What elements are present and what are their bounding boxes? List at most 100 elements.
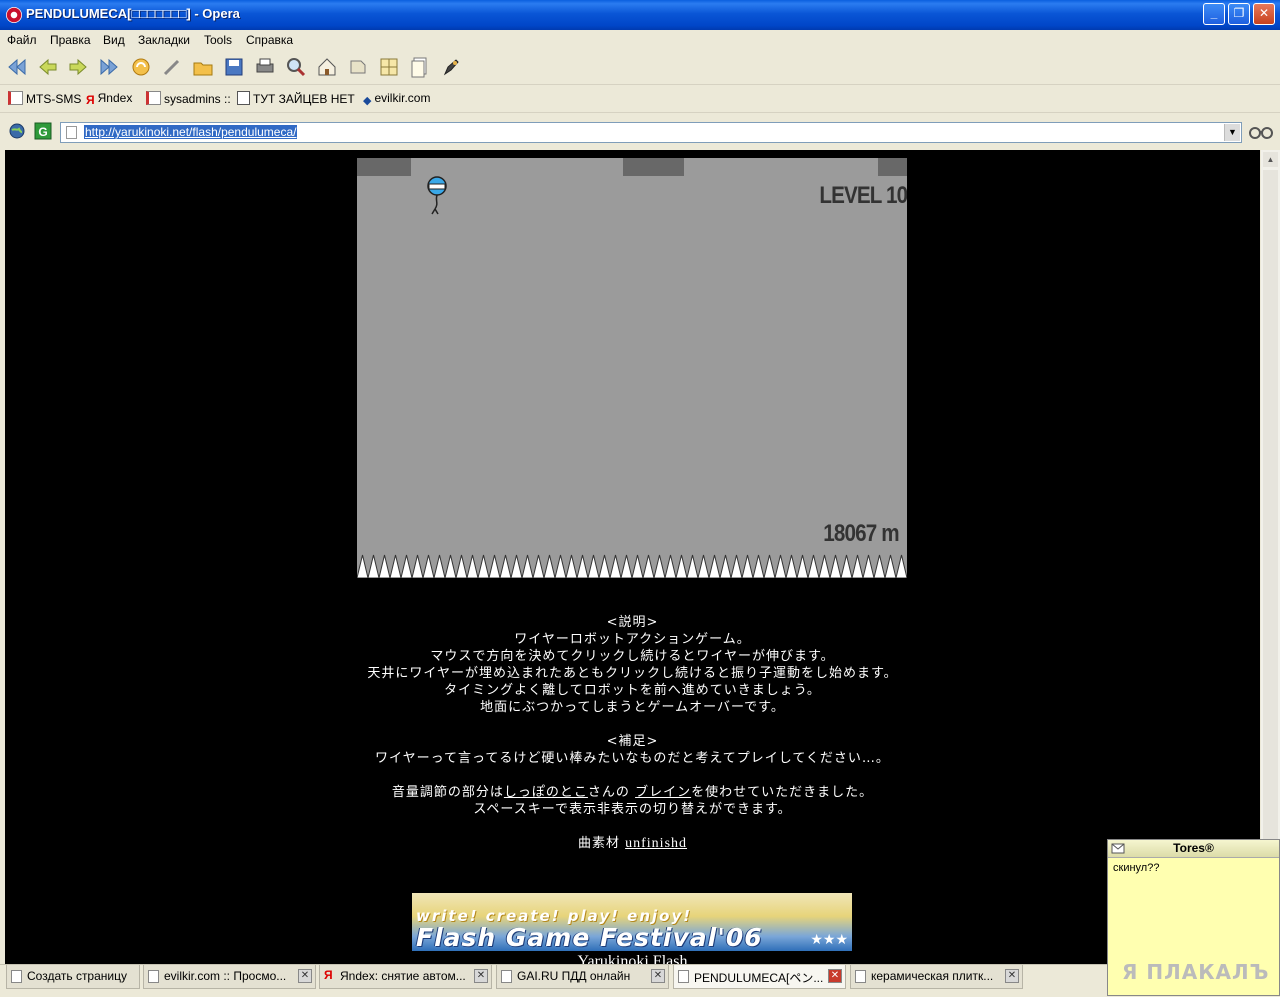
- bookmark-mts-sms[interactable]: MTS-SMS: [8, 91, 81, 106]
- page-icon: [66, 126, 77, 139]
- opera-icon: [6, 7, 22, 23]
- chat-message: скинул??: [1113, 862, 1160, 874]
- minimize-button[interactable]: _: [1203, 3, 1225, 25]
- address-dropdown-button[interactable]: ▼: [1224, 124, 1240, 141]
- menu-file[interactable]: Файл: [7, 33, 37, 47]
- diamond-icon: ◆: [363, 95, 372, 107]
- menu-edit[interactable]: Правка: [50, 33, 91, 47]
- save-icon[interactable]: [223, 56, 245, 78]
- ceiling-block: [357, 158, 411, 176]
- site-footer-title: Yarukinoki Flash: [577, 953, 688, 964]
- tab-gai[interactable]: GAI.RU ПДД онлайн ✕: [496, 965, 669, 989]
- tab-close-button[interactable]: ✕: [1005, 969, 1019, 983]
- description-line: タイミングよく離してロボットを前へ進めていきましょう。: [444, 683, 821, 698]
- menu-help[interactable]: Справка: [246, 33, 293, 47]
- description-line: 地面にぶつかってしまうとゲームオーバーです。: [480, 700, 785, 715]
- game-description: <説明> ワイヤーロボットアクションゲーム。 マウスで方向を決めてクリックし続け…: [5, 614, 1260, 852]
- chat-notification[interactable]: Tores® скинул?? Я ПЛАКАЛЪ: [1107, 839, 1280, 996]
- link-unfinishd[interactable]: unfinishd: [625, 836, 687, 851]
- tab-evilkir[interactable]: evilkir.com :: Просмо... ✕: [143, 965, 316, 989]
- ceiling-block: [878, 158, 907, 176]
- search-icon[interactable]: [285, 56, 307, 78]
- google-search-icon[interactable]: G: [34, 122, 52, 140]
- flash-game-festival-banner[interactable]: write! create! play! enjoy! Flash Game F…: [412, 893, 852, 951]
- url-text[interactable]: http://yarukinoki.net/flash/pendulumeca/: [84, 125, 298, 139]
- page-icon: [146, 91, 161, 105]
- window-title: PENDULUMECA[□□□□□□□] - Opera: [26, 6, 240, 21]
- tab-pendulumeca[interactable]: PENDULUMECA[ペン... ✕: [673, 965, 846, 989]
- page-icon: [8, 91, 23, 105]
- description-line: 天井にワイヤーが埋め込まれたあともクリックし続けると振り子運動をし始めます。: [367, 666, 898, 681]
- spacekey-text: スペースキーで表示非表示の切り替えができます。: [473, 802, 792, 817]
- yaplakal-logo: Я ПЛАКАЛЪ: [1122, 960, 1270, 984]
- bookmark-yandex[interactable]: Я Яndex: [86, 91, 132, 107]
- title-bar: PENDULUMECA[□□□□□□□] - Opera _ ❐ ✕: [0, 0, 1280, 30]
- svg-text:G: G: [38, 125, 47, 139]
- link-shippo[interactable]: しっぽのとこ: [504, 785, 588, 800]
- bookmark-sysadmins[interactable]: sysadmins ::: [146, 91, 231, 106]
- menu-bar: Файл Правка Вид Закладки Tools Справка: [0, 30, 1280, 50]
- menu-bookmarks[interactable]: Закладки: [138, 33, 190, 47]
- back-icon[interactable]: [37, 56, 59, 78]
- spike-floor: [357, 554, 907, 578]
- yandex-icon: Я: [324, 968, 333, 982]
- page-icon: [501, 970, 512, 983]
- address-row: G http://yarukinoki.net/flash/pendulumec…: [0, 118, 1280, 148]
- address-field[interactable]: http://yarukinoki.net/flash/pendulumeca/…: [60, 122, 1242, 143]
- bookmark-evilkir[interactable]: ◆ evilkir.com: [363, 91, 430, 107]
- tab-new-page[interactable]: Создать страницу: [6, 965, 140, 989]
- flash-game[interactable]: LEVEL 10 18067 m: [357, 158, 907, 578]
- menu-tools[interactable]: Tools: [204, 33, 232, 47]
- yandex-icon: Я: [86, 93, 95, 107]
- hotlist-icon[interactable]: [347, 56, 369, 78]
- rewind-icon[interactable]: [6, 56, 28, 78]
- bookmarks-bar: MTS-SMS Я Яndex sysadmins :: ТУТ ЗАЙЦЕВ Н…: [0, 86, 1280, 113]
- binoculars-icon[interactable]: [1249, 123, 1273, 141]
- volume-credit: 音量調節の部分はしっぽのとこさんの ブレインを使わせていただきました。: [391, 785, 874, 800]
- hand-icon: [237, 91, 250, 105]
- tab-close-button[interactable]: ✕: [828, 969, 842, 983]
- fast-forward-icon[interactable]: [98, 56, 120, 78]
- tab-yandex[interactable]: Я Яndex: снятие автом... ✕: [319, 965, 492, 989]
- tab-close-button[interactable]: ✕: [651, 969, 665, 983]
- menu-view[interactable]: Вид: [103, 33, 125, 47]
- contact-name: Tores®: [1173, 841, 1214, 855]
- supplement-heading: <補足>: [606, 734, 659, 749]
- globe-icon[interactable]: [8, 122, 26, 140]
- close-button[interactable]: ✕: [1253, 3, 1275, 25]
- scroll-up-button[interactable]: ▲: [1263, 152, 1278, 167]
- description-line: マウスで方向を決めてクリックし続けるとワイヤーが伸びます。: [430, 649, 835, 664]
- ceiling-block: [623, 158, 684, 176]
- page-icon: [678, 970, 689, 983]
- supplement-text: ワイヤーって言ってるけど硬い棒みたいなものだと考えてプレイしてください…。: [375, 751, 890, 766]
- page-icon: [11, 970, 22, 983]
- tile-icon[interactable]: [378, 56, 400, 78]
- description-line: ワイヤーロボットアクションゲーム。: [514, 632, 751, 647]
- page-content: LEVEL 10 18067 m <説明> ワイヤーロボットアクションゲーム。 …: [5, 150, 1260, 964]
- home-icon[interactable]: [316, 56, 338, 78]
- link-brain[interactable]: ブレイン: [635, 785, 691, 800]
- banner-stars: ★★★: [810, 931, 848, 947]
- open-folder-icon[interactable]: [192, 56, 214, 78]
- edit-icon[interactable]: [161, 56, 183, 78]
- forward-icon[interactable]: [67, 56, 89, 78]
- cascade-icon[interactable]: [409, 56, 431, 78]
- print-icon[interactable]: [254, 56, 276, 78]
- distance-counter: 18067 m: [823, 520, 900, 547]
- tab-bar: Создать страницу evilkir.com :: Просмо..…: [0, 964, 1280, 997]
- page-icon: [148, 970, 159, 983]
- music-credit: 曲素材 unfinishd: [577, 836, 688, 851]
- tab-close-button[interactable]: ✕: [474, 969, 488, 983]
- tab-ceramic[interactable]: керамическая плитк... ✕: [850, 965, 1023, 989]
- tab-close-button[interactable]: ✕: [298, 969, 312, 983]
- description-heading: <説明>: [606, 615, 659, 630]
- pen-icon[interactable]: [440, 56, 462, 78]
- scroll-thumb[interactable]: [1263, 170, 1278, 840]
- page-icon: [855, 970, 866, 983]
- robot-icon: [427, 176, 447, 215]
- toolbar: [0, 50, 1280, 85]
- reload-icon[interactable]: [130, 56, 152, 78]
- bookmark-zaitsev[interactable]: ТУТ ЗАЙЦЕВ НЕТ: [237, 91, 355, 106]
- level-indicator: LEVEL 10: [819, 182, 907, 209]
- maximize-button[interactable]: ❐: [1228, 3, 1250, 25]
